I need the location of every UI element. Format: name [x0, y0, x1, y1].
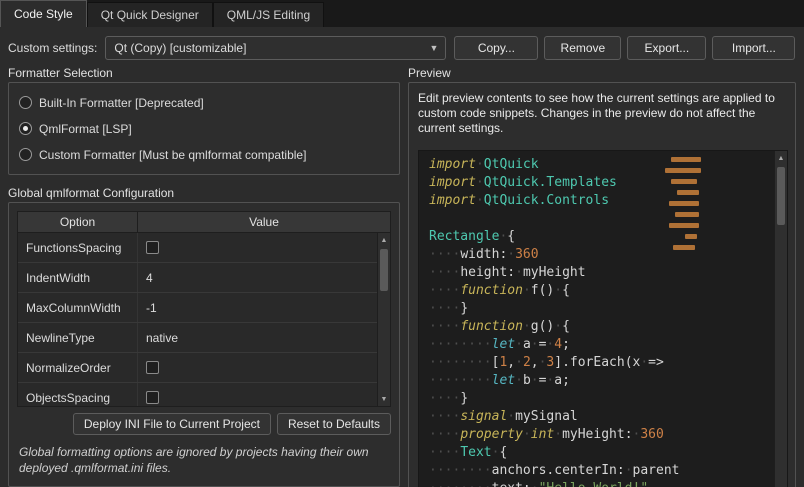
scrollbar-thumb[interactable]	[380, 249, 388, 291]
table-row: FunctionsSpacing	[18, 233, 377, 263]
option-value[interactable]: -1	[138, 293, 377, 322]
functions-spacing-checkbox[interactable]	[146, 241, 159, 254]
global-formatting-note: Global formatting options are ignored by…	[19, 445, 369, 475]
radio-option-custom[interactable]: Custom Formatter [Must be qmlformat comp…	[19, 143, 389, 166]
tab-code-style[interactable]: Code Style	[0, 0, 87, 27]
formatter-selection-group: Built-In Formatter [Deprecated] QmlForma…	[8, 82, 400, 175]
tab-qt-quick-designer[interactable]: Qt Quick Designer	[86, 2, 213, 27]
column-header-value: Value	[249, 215, 279, 229]
scroll-up-icon[interactable]: ▲	[775, 151, 787, 165]
preview-description: Edit preview contents to see how the cur…	[418, 91, 775, 135]
config-buttons-row: Deploy INI File to Current Project Reset…	[17, 413, 391, 435]
export-button[interactable]: Export...	[627, 35, 707, 60]
scroll-down-icon[interactable]: ▼	[378, 392, 390, 406]
column-header-option: Option	[18, 212, 138, 232]
reset-defaults-button[interactable]: Reset to Defaults	[276, 413, 391, 435]
scrollbar-thumb[interactable]	[777, 167, 785, 225]
formatter-selection-title: Formatter Selection	[8, 66, 113, 80]
copy-button[interactable]: Copy...	[454, 35, 539, 60]
option-value[interactable]: native	[138, 323, 377, 352]
remove-button[interactable]: Remove	[544, 35, 622, 60]
table-row: ObjectsSpacing	[18, 383, 377, 406]
deploy-ini-button[interactable]: Deploy INI File to Current Project	[72, 413, 271, 435]
option-name: MaxColumnWidth	[18, 293, 138, 322]
qmlformat-config-group: Option Value FunctionsSpacing IndentWidt…	[8, 202, 400, 487]
radio-icon	[19, 96, 32, 109]
chevron-down-icon: ▼	[429, 42, 439, 53]
editor-scrollbar[interactable]: ▲ ▼	[774, 151, 787, 487]
radio-option-builtin[interactable]: Built-In Formatter [Deprecated]	[19, 91, 389, 114]
table-scrollbar[interactable]: ▲ ▼	[377, 233, 390, 406]
table-header-row: Option Value	[18, 212, 390, 233]
table-row: NewlineType native	[18, 323, 377, 353]
code-lines: import·QtQuick import·QtQuick.Templates im…	[429, 157, 680, 487]
option-name: ObjectsSpacing	[18, 383, 138, 406]
custom-settings-row: Custom settings: Qt (Copy) [customizable…	[8, 35, 796, 60]
tab-bar: Code Style Qt Quick Designer QML/JS Edit…	[0, 0, 804, 27]
option-name: NewlineType	[18, 323, 138, 352]
table-body: FunctionsSpacing IndentWidth 4 MaxColumn…	[18, 233, 377, 406]
radio-label: Custom Formatter [Must be qmlformat comp…	[39, 147, 307, 162]
options-table: Option Value FunctionsSpacing IndentWidt…	[17, 211, 391, 407]
import-button[interactable]: Import...	[712, 35, 796, 60]
option-value[interactable]: 4	[138, 263, 377, 292]
preview-column: Preview Edit preview contents to see how…	[408, 66, 796, 487]
table-row: IndentWidth 4	[18, 263, 377, 293]
radio-option-qmlformat[interactable]: QmlFormat [LSP]	[19, 117, 389, 140]
option-name: NormalizeOrder	[18, 353, 138, 382]
objects-spacing-checkbox[interactable]	[146, 391, 159, 404]
code-editor[interactable]: import·QtQuick import·QtQuick.Templates im…	[418, 150, 788, 487]
radio-icon	[19, 148, 32, 161]
radio-icon	[19, 122, 32, 135]
radio-label: Built-In Formatter [Deprecated]	[39, 95, 204, 110]
radio-label: QmlFormat [LSP]	[39, 121, 132, 136]
table-row: NormalizeOrder	[18, 353, 377, 383]
table-row: MaxColumnWidth -1	[18, 293, 377, 323]
option-name: FunctionsSpacing	[18, 233, 138, 262]
tab-qml-js-editing[interactable]: QML/JS Editing	[212, 2, 325, 27]
scroll-up-icon[interactable]: ▲	[378, 233, 390, 247]
custom-settings-label: Custom settings:	[8, 40, 98, 55]
normalize-order-checkbox[interactable]	[146, 361, 159, 374]
qmlformat-config-title: Global qmlformat Configuration	[8, 186, 175, 200]
custom-settings-value: Qt (Copy) [customizable]	[114, 40, 247, 55]
preview-title: Preview	[408, 66, 451, 80]
custom-settings-select[interactable]: Qt (Copy) [customizable] ▼	[105, 35, 447, 60]
option-name: IndentWidth	[18, 263, 138, 292]
left-column: Formatter Selection Built-In Formatter […	[8, 66, 400, 487]
preview-group: Edit preview contents to see how the cur…	[408, 82, 796, 487]
